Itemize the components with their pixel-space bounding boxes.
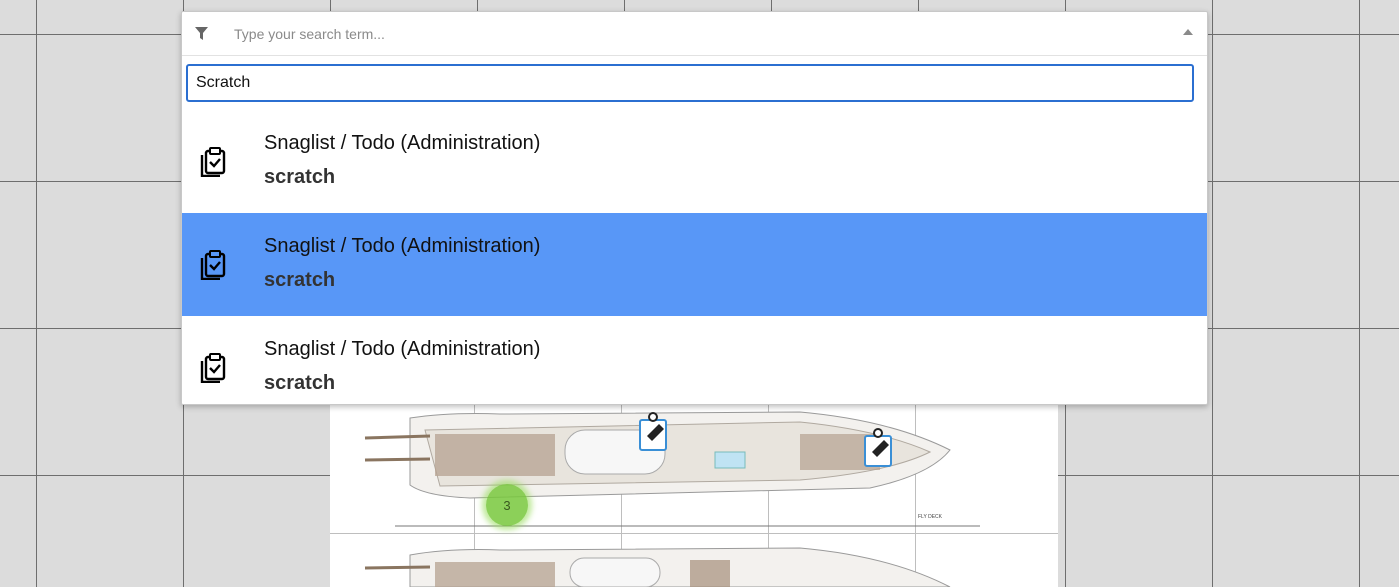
result-subtitle: scratch [264, 372, 336, 394]
snag-marker-icon[interactable] [862, 428, 896, 468]
result-subtitle: scratch [264, 166, 336, 188]
cluster-count: 3 [503, 497, 511, 513]
search-header[interactable]: Type your search term... [182, 12, 1207, 56]
search-placeholder: Type your search term... [234, 25, 385, 42]
result-title: Snaglist / Todo (Administration) [264, 132, 541, 154]
filter-icon [195, 26, 211, 42]
result-item-selected[interactable]: Snaglist / Todo (Administration) scratch [182, 213, 1207, 316]
clipboard-check-icon [200, 250, 226, 280]
snag-marker-icon[interactable] [637, 412, 671, 452]
yacht-drawing: FLY DECK [364, 411, 980, 587]
deck-plan[interactable]: FLY DECK 3 [330, 390, 1058, 587]
search-input-wrapper [186, 64, 1194, 102]
result-subtitle: scratch [264, 269, 336, 291]
search-input[interactable] [196, 74, 1192, 92]
cluster-marker[interactable]: 3 [486, 484, 528, 526]
deck-label: FLY DECK [918, 514, 943, 520]
clipboard-check-icon [200, 147, 226, 177]
result-title: Snaglist / Todo (Administration) [264, 338, 541, 360]
result-item[interactable]: Snaglist / Todo (Administration) scratch [182, 316, 1207, 404]
collapse-caret-icon[interactable] [1183, 29, 1193, 35]
result-item[interactable]: Snaglist / Todo (Administration) scratch [182, 110, 1207, 213]
results-list: Snaglist / Todo (Administration) scratch… [182, 110, 1207, 404]
clipboard-check-icon [200, 353, 226, 383]
search-dropdown: Type your search term... Snaglist / Todo… [181, 11, 1208, 405]
result-title: Snaglist / Todo (Administration) [264, 235, 541, 257]
